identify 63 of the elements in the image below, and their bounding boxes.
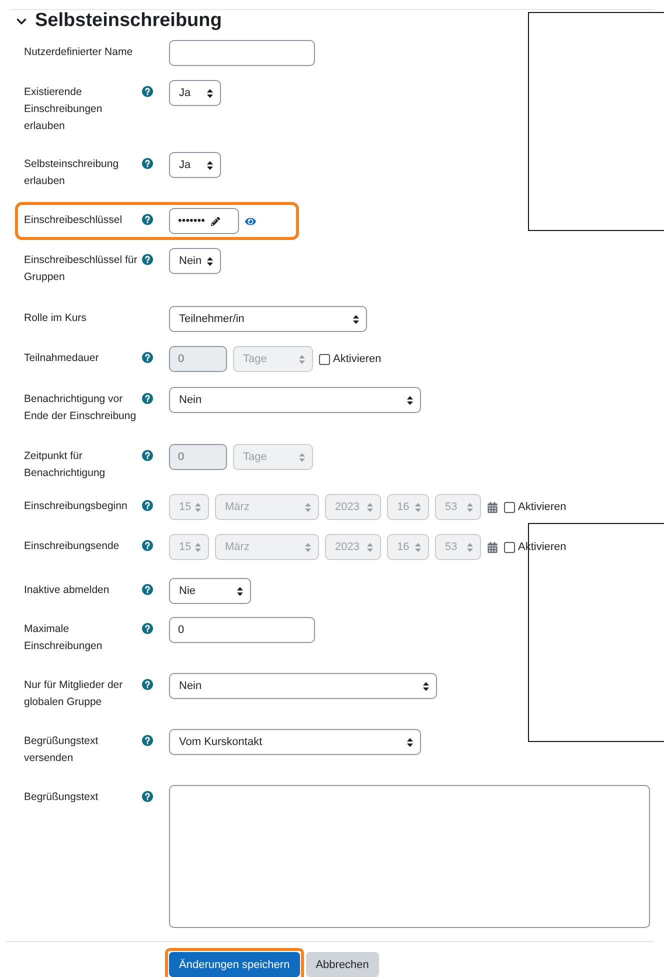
select-field[interactable]: Ja xyxy=(169,152,221,178)
field-label: Zeitpunkt für Benachrichtigung xyxy=(24,449,106,481)
updown-caret-icon xyxy=(237,586,243,596)
select-field[interactable]: Teilnehmer/in xyxy=(169,306,367,332)
updown-caret-icon xyxy=(407,738,413,746)
cancel-button[interactable]: Abbrechen xyxy=(306,952,379,977)
updown-caret-icon xyxy=(207,256,213,266)
select-field[interactable]: Nein xyxy=(169,248,221,274)
field-label: Maximale Einschreibungen xyxy=(24,622,104,654)
save-button[interactable]: Änderungen speichern xyxy=(169,952,300,977)
text-field[interactable]: 0 xyxy=(169,617,315,643)
field-label: Einschreibeschlüssel für Gruppen xyxy=(24,253,138,285)
text-field[interactable] xyxy=(169,40,315,66)
updown-caret-icon xyxy=(299,452,305,462)
updown-caret-icon xyxy=(467,502,473,512)
help-icon[interactable] xyxy=(142,393,153,404)
field-label: Einschreibungsbeginn xyxy=(24,499,128,514)
help-icon[interactable] xyxy=(142,86,153,97)
field-label: Nutzerdefinierter Name xyxy=(24,45,134,60)
help-icon[interactable] xyxy=(142,679,153,690)
field-label: Einschreibungsende xyxy=(24,539,120,554)
pencil-icon[interactable] xyxy=(210,216,220,226)
help-icon[interactable] xyxy=(142,735,153,746)
updown-caret-icon xyxy=(207,88,213,98)
updown-caret-icon xyxy=(305,542,311,552)
help-icon[interactable] xyxy=(142,158,153,169)
updown-caret-icon xyxy=(423,682,429,690)
updown-caret-icon xyxy=(305,502,311,512)
select-field[interactable]: Nein xyxy=(169,673,437,699)
section-title: Selbsteinschreibung xyxy=(35,10,222,32)
help-icon[interactable] xyxy=(142,791,153,802)
field-label: Nur für Mitglieder der globalen Gruppe xyxy=(24,678,124,710)
updown-caret-icon xyxy=(415,542,421,552)
field-label: Teilnahmedauer xyxy=(24,351,100,366)
field-label: Begrüßungstext versenden xyxy=(24,734,100,766)
help-icon[interactable] xyxy=(142,214,153,225)
field-label: Inaktive abmelden xyxy=(24,583,110,598)
field-label: Begrüßungstext xyxy=(24,790,100,805)
updown-caret-icon xyxy=(207,160,213,170)
field-label: Selbsteinschreibung erlauben xyxy=(24,157,120,189)
updown-caret-icon xyxy=(467,542,473,552)
updown-caret-icon xyxy=(195,502,201,512)
updown-caret-icon xyxy=(195,542,201,552)
help-icon[interactable] xyxy=(142,623,153,634)
field-label: Benachrichtigung vor Ende der Einschreibung xyxy=(24,392,138,424)
field-label: Existierende Einschreibungen erlauben xyxy=(24,85,104,134)
chevron-down-icon[interactable] xyxy=(16,16,27,26)
help-icon[interactable] xyxy=(142,584,153,595)
select-field[interactable]: Nie xyxy=(169,578,251,604)
select-field[interactable]: Ja xyxy=(169,80,221,106)
updown-caret-icon xyxy=(299,354,305,364)
updown-caret-icon xyxy=(353,314,359,324)
help-icon[interactable] xyxy=(142,254,153,265)
password-field[interactable]: ••••••• xyxy=(169,208,239,234)
updown-caret-icon xyxy=(367,502,373,512)
field-label: Einschreibeschlüssel xyxy=(24,213,124,228)
select-field[interactable]: Nein xyxy=(169,387,421,413)
updown-caret-icon xyxy=(407,396,413,404)
eye-icon[interactable] xyxy=(245,216,256,226)
updown-caret-icon xyxy=(367,542,373,552)
select-field[interactable]: Vom Kurskontakt xyxy=(169,729,421,755)
updown-caret-icon xyxy=(415,502,421,512)
field-label: Rolle im Kurs xyxy=(24,311,88,326)
